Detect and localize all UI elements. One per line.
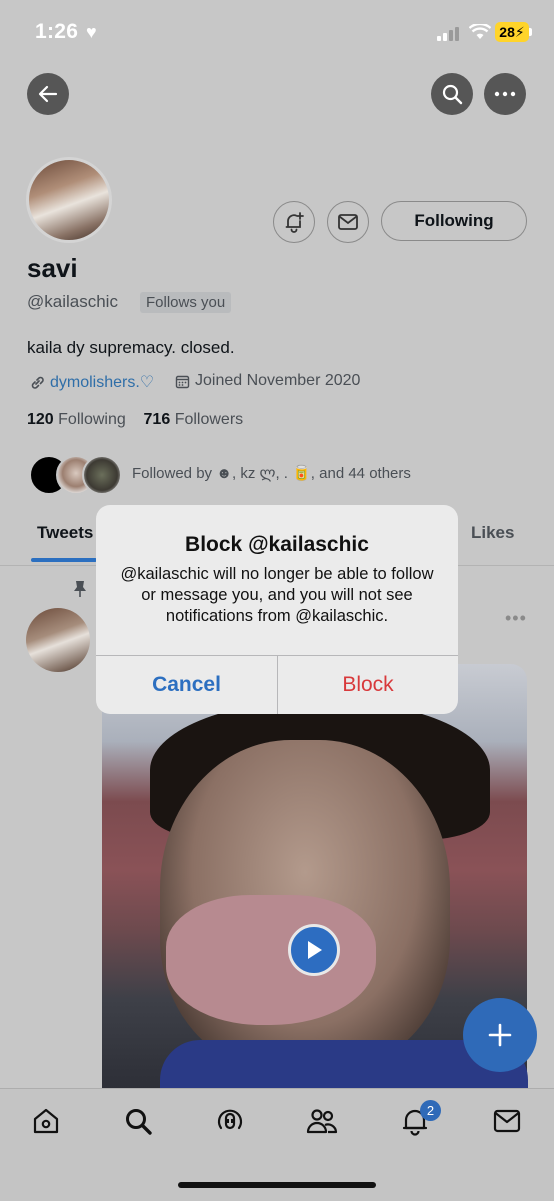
block-button[interactable]: Block [278, 656, 458, 714]
avatar[interactable] [26, 157, 112, 243]
wifi-icon [469, 24, 491, 39]
dialog-message: @kailaschic will no longer be able to fo… [120, 565, 434, 625]
nav-messages[interactable] [490, 1104, 524, 1138]
play-icon [308, 941, 322, 959]
home-icon [33, 1108, 59, 1134]
profile-link-text[interactable]: dymolishers.♡ [50, 372, 154, 392]
active-tab-indicator [31, 558, 97, 562]
tab-likes[interactable]: Likes [471, 523, 514, 543]
bio: kaila dy supremacy. closed. [27, 338, 235, 357]
nav-search[interactable] [121, 1104, 155, 1138]
heart-icon: ♥ [86, 22, 97, 42]
search-button[interactable] [431, 73, 473, 115]
joined-date: Joined November 2020 [175, 372, 360, 390]
home-indicator [178, 1182, 376, 1188]
battery-tip [529, 28, 532, 36]
dialog-title: Block @kailaschic [185, 533, 369, 556]
pin-icon [74, 581, 86, 597]
tweet-author-avatar[interactable] [26, 608, 90, 672]
message-button[interactable] [327, 201, 369, 243]
back-button[interactable] [27, 73, 69, 115]
following-count: 120 [27, 411, 54, 428]
plus-icon [488, 1023, 512, 1047]
play-button[interactable] [288, 924, 340, 976]
battery-level: 28⚡ [495, 22, 529, 42]
follows-you-badge: Follows you [140, 292, 232, 313]
signal-icon [437, 25, 463, 41]
calendar-icon [175, 375, 190, 388]
followers-link[interactable]: 716 Followers [144, 411, 244, 428]
follow-counts: 120 Following 716 Followers [27, 411, 243, 429]
communities-icon [306, 1109, 338, 1134]
followers-count: 716 [143, 411, 171, 428]
nav-communities[interactable] [305, 1104, 339, 1138]
following-label: Following [58, 411, 126, 428]
following-link[interactable]: 120 Following [27, 411, 126, 428]
mail-icon [493, 1109, 521, 1133]
tweet-more-icon[interactable]: ••• [505, 608, 527, 629]
tab-tweets[interactable]: Tweets [37, 523, 93, 543]
profile-link[interactable]: dymolishers.♡ [29, 372, 154, 392]
search-icon [126, 1109, 152, 1135]
user-handle: @kailaschic [27, 292, 118, 311]
following-button[interactable]: Following [381, 201, 527, 241]
back-arrow-icon [38, 85, 58, 103]
video-content [166, 895, 376, 1025]
block-confirm-dialog: Block @kailaschic @kailaschic will no lo… [96, 505, 458, 714]
link-icon [31, 376, 44, 389]
notify-button[interactable] [273, 201, 315, 243]
cancel-button[interactable]: Cancel [96, 656, 277, 714]
nav-home[interactable] [29, 1104, 63, 1138]
notifications-badge: 2 [420, 1100, 441, 1121]
followed-by-text[interactable]: Followed by ☻, kz ლ, . 🥫, and 44 others [132, 464, 411, 482]
follower-avatar [82, 455, 122, 495]
nav-spaces[interactable] [213, 1104, 247, 1138]
bell-plus-icon [285, 212, 304, 233]
search-icon [442, 84, 463, 105]
compose-tweet-button[interactable] [463, 998, 537, 1072]
spaces-icon [217, 1109, 243, 1130]
status-time: 1:26 [35, 20, 79, 43]
joined-text: Joined November 2020 [195, 372, 361, 389]
profile-page: 1:26 ♥ 28⚡ Following savi @kailaschic Fo… [0, 0, 554, 1201]
mail-icon [338, 214, 358, 230]
more-button[interactable] [484, 73, 526, 115]
followers-label: Followers [174, 411, 244, 428]
more-icon [494, 91, 516, 97]
display-name: savi [27, 253, 78, 283]
